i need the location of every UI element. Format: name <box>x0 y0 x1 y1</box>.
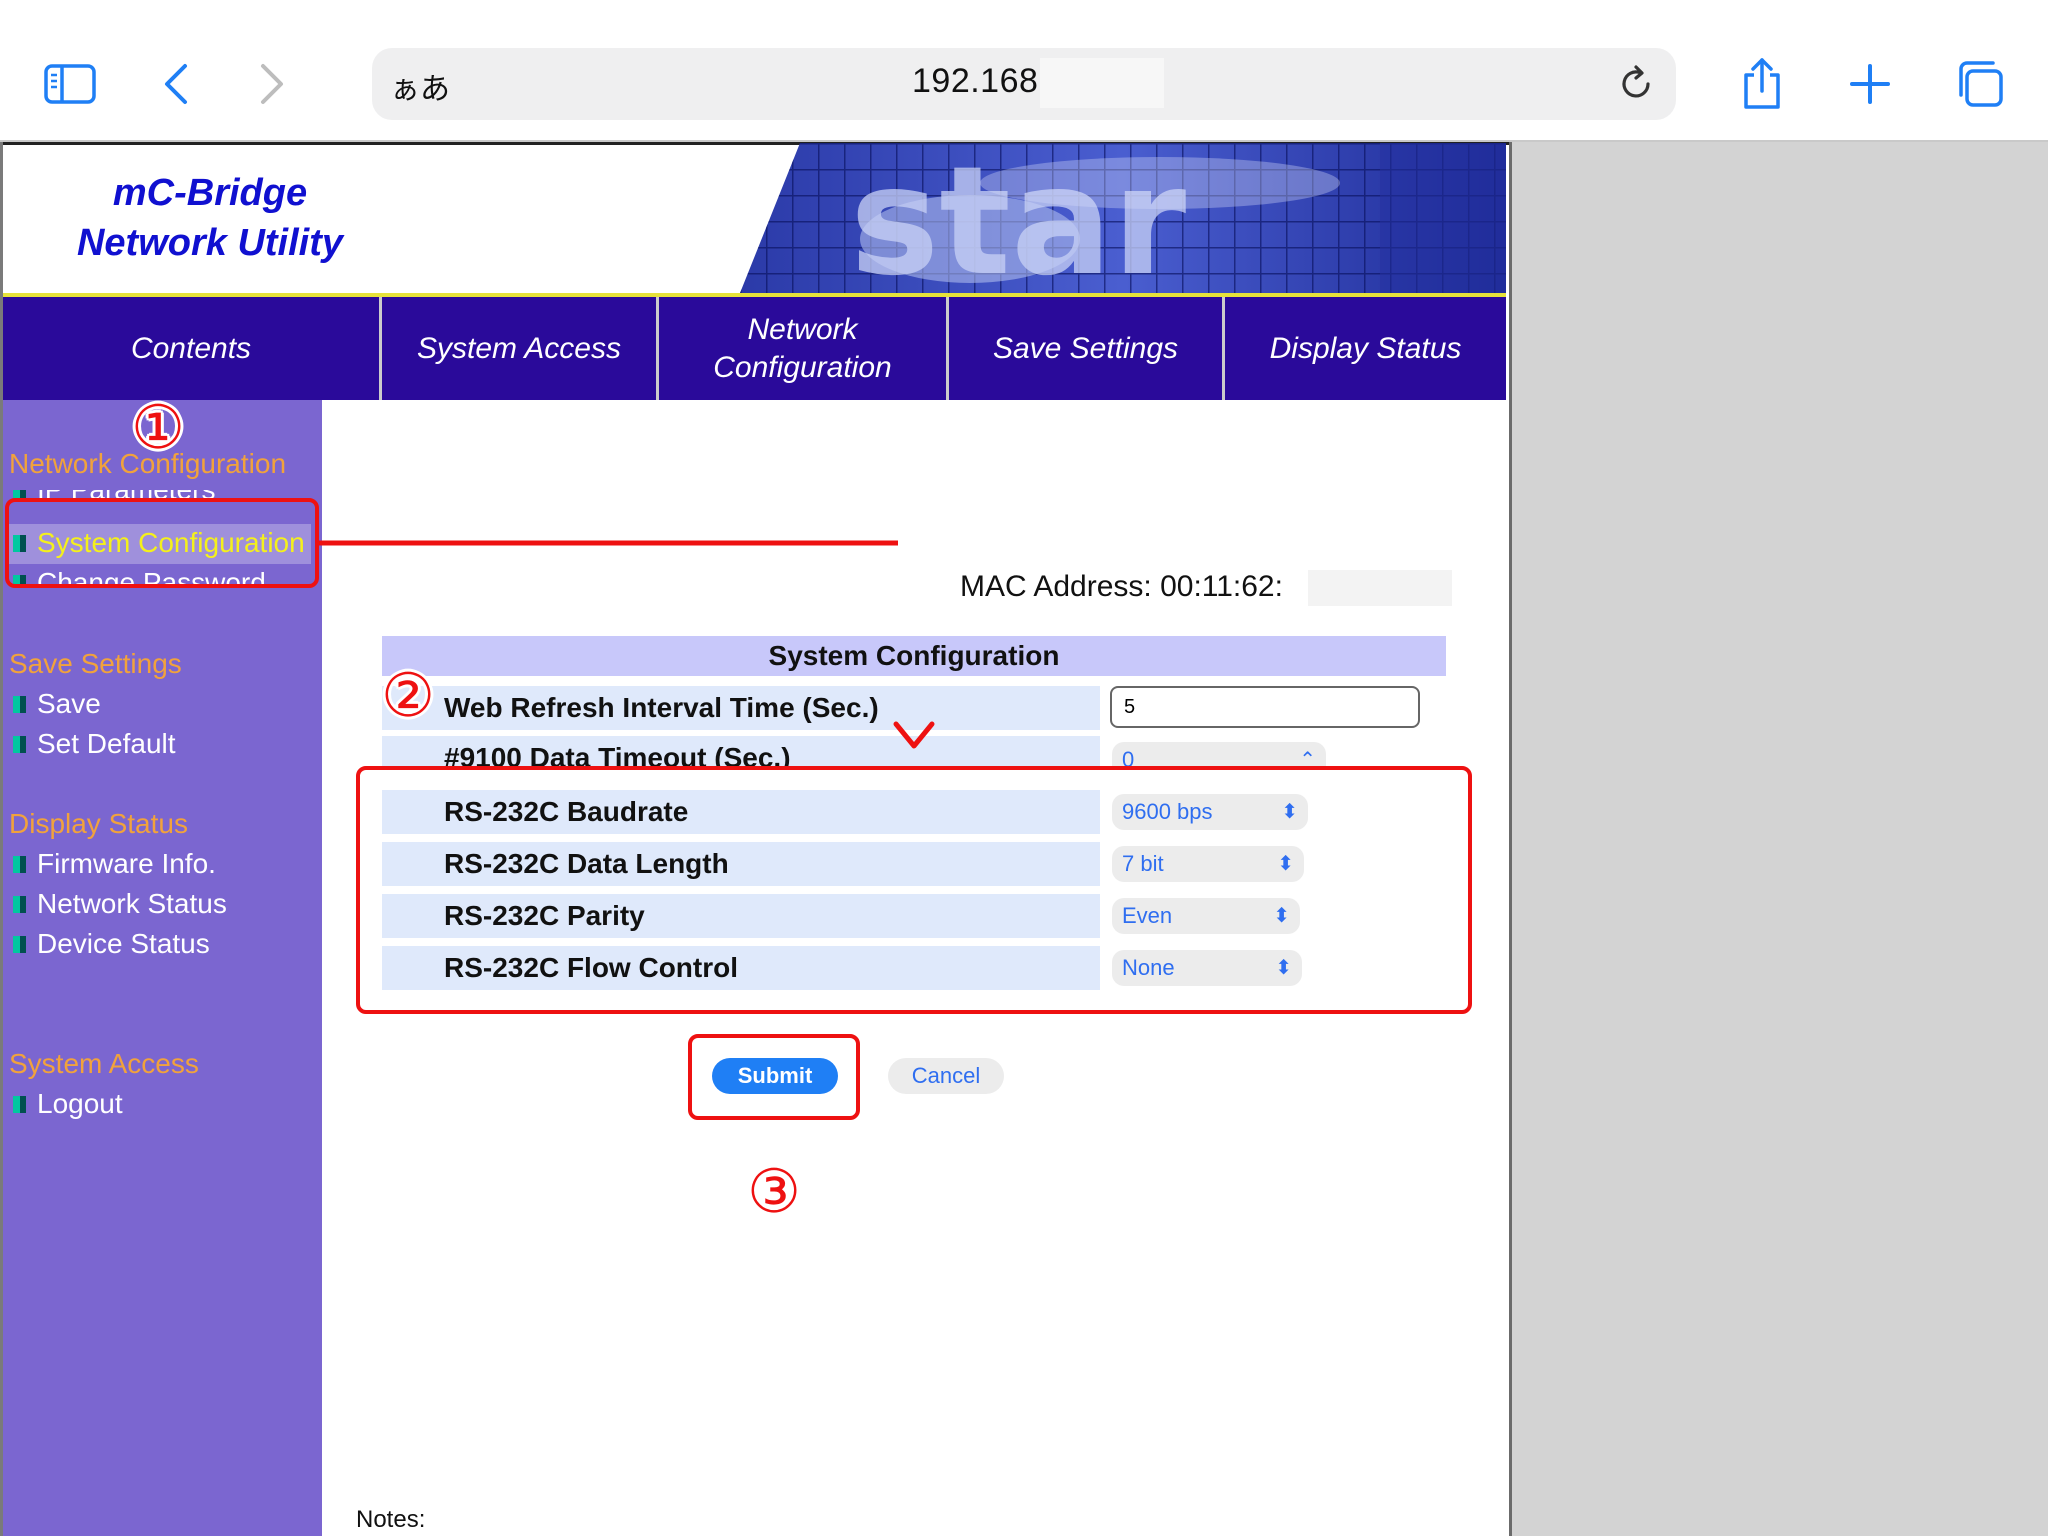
annotation-arrow <box>318 540 935 749</box>
step-3-marker: ③ <box>747 1157 801 1227</box>
step-1-marker: ① <box>131 393 185 463</box>
step-2-marker: ② <box>381 661 435 731</box>
